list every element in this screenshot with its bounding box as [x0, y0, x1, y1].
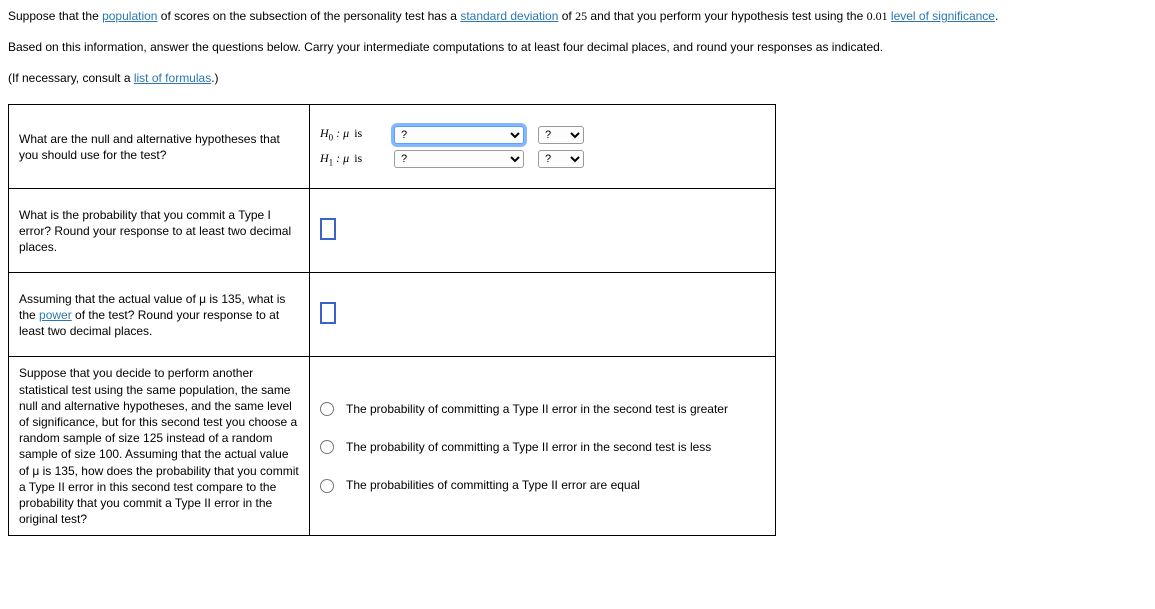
h0-row: H0 : μ is ? ? — [320, 125, 765, 144]
q4-option-2-radio[interactable] — [320, 440, 334, 454]
h0-value-select[interactable]: ? — [538, 126, 584, 144]
question-table: What are the null and alternative hypoth… — [8, 104, 776, 536]
q4-option-2-row: The probability of committing a Type II … — [320, 433, 765, 471]
intro-block: Suppose that the population of scores on… — [8, 8, 1147, 86]
h0-label: H0 : μ is — [320, 125, 380, 144]
q3-answer-cell — [310, 273, 776, 357]
h1-value-select[interactable]: ? — [538, 150, 584, 168]
q4-option-1-radio[interactable] — [320, 402, 334, 416]
q4-option-3-radio[interactable] — [320, 479, 334, 493]
intro-paragraph-1: Suppose that the population of scores on… — [8, 8, 1147, 25]
q1-text: What are the null and alternative hypoth… — [9, 105, 310, 189]
q1-answer-cell: H0 : μ is ? ? H1 : μ is ? ? — [310, 105, 776, 189]
h0-comparison-select[interactable]: ? — [394, 126, 524, 144]
q2-text: What is the probability that you commit … — [9, 189, 310, 273]
intro-text: Suppose that the — [8, 9, 102, 23]
q4-option-3-label: The probabilities of committing a Type I… — [346, 477, 640, 493]
intro-text: of — [558, 9, 575, 23]
alpha-value: 0.01 — [867, 9, 888, 23]
q4-option-1-row: The probability of committing a Type II … — [320, 395, 765, 433]
list-of-formulas-link[interactable]: list of formulas — [134, 71, 211, 85]
sd-value: 25 — [575, 9, 587, 23]
q3-text: Assuming that the actual value of μ is 1… — [9, 273, 310, 357]
intro-paragraph-3: (If necessary, consult a list of formula… — [8, 70, 1147, 87]
standard-deviation-link[interactable]: standard deviation — [460, 9, 558, 23]
intro-text: . — [995, 9, 998, 23]
population-link[interactable]: population — [102, 9, 157, 23]
intro-text: and that you perform your hypothesis tes… — [587, 9, 867, 23]
q4-option-2-label: The probability of committing a Type II … — [346, 439, 711, 455]
intro-text: (If necessary, consult a — [8, 71, 134, 85]
level-of-significance-link[interactable]: level of significance — [891, 9, 995, 23]
h1-row: H1 : μ is ? ? — [320, 150, 765, 169]
q2-answer-cell — [310, 189, 776, 273]
q4-answer-cell: The probability of committing a Type II … — [310, 357, 776, 536]
q2-input[interactable] — [320, 218, 336, 240]
h1-label: H1 : μ is — [320, 150, 380, 169]
q3-input[interactable] — [320, 302, 336, 324]
h1-comparison-select[interactable]: ? — [394, 150, 524, 168]
q4-option-1-label: The probability of committing a Type II … — [346, 401, 728, 417]
q4-option-3-row: The probabilities of committing a Type I… — [320, 471, 765, 497]
intro-paragraph-2: Based on this information, answer the qu… — [8, 39, 1147, 56]
intro-text: of scores on the subsection of the perso… — [157, 9, 460, 23]
power-link[interactable]: power — [39, 308, 72, 322]
q4-text: Suppose that you decide to perform anoth… — [9, 357, 310, 536]
intro-text: .) — [211, 71, 218, 85]
